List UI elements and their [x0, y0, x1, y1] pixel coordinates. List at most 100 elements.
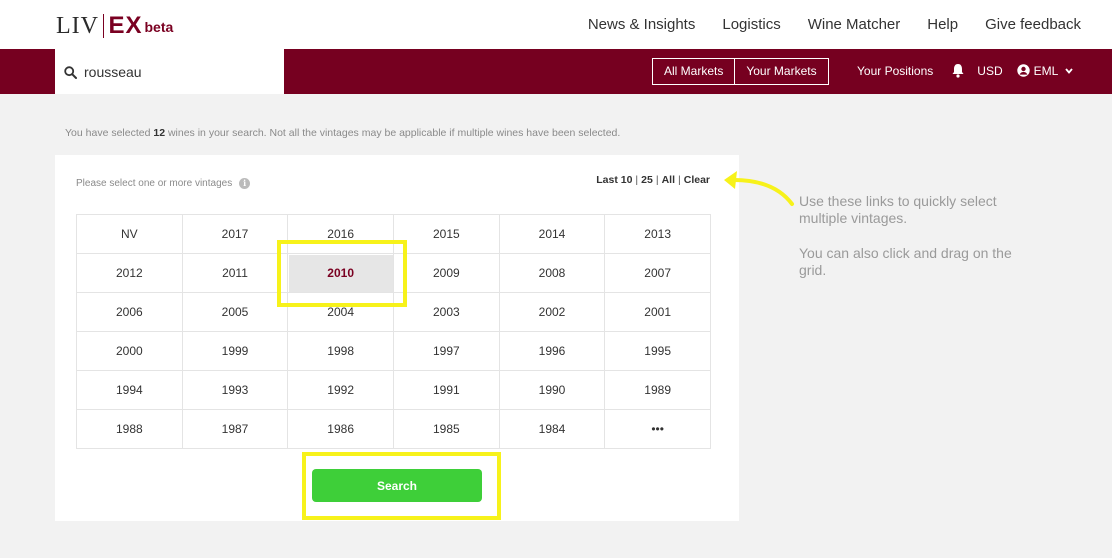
vintage-label: 1999 [221, 344, 249, 358]
vintage-label: 1995 [644, 344, 671, 358]
vintage-cell[interactable]: 1986 [288, 410, 394, 449]
vintage-cell[interactable]: 2011 [182, 254, 289, 293]
vintage-label: 2002 [538, 305, 566, 319]
vintage-label: 2014 [538, 227, 566, 241]
vintage-cell[interactable]: NV [77, 215, 183, 254]
vintage-cell[interactable]: 2014 [499, 215, 606, 254]
vintage-cell[interactable]: 1995 [605, 332, 711, 371]
search-input[interactable] [84, 61, 274, 83]
vintage-cell[interactable]: 1999 [182, 332, 289, 371]
vintage-label: 1986 [327, 422, 354, 436]
vintage-label: 1985 [432, 422, 460, 436]
vintage-cell[interactable]: 1985 [393, 410, 500, 449]
vintage-cell[interactable]: 2015 [393, 215, 500, 254]
vintage-label: 2008 [538, 266, 566, 280]
vintage-label: 1993 [221, 383, 249, 397]
user-menu[interactable]: EML [1016, 63, 1074, 78]
vintage-cell[interactable]: 1984 [499, 410, 606, 449]
user-icon [1016, 64, 1030, 77]
vintage-cell[interactable]: 1989 [605, 371, 711, 410]
logo-ex: EX [108, 12, 143, 39]
search-icon[interactable] [64, 66, 77, 79]
vintage-cell[interactable]: 2003 [393, 293, 500, 332]
highlight-box-2010 [277, 240, 407, 307]
vintage-label: 2005 [221, 305, 249, 319]
bell-icon[interactable] [951, 63, 965, 78]
liv-ex-logo[interactable]: LIV EX beta [56, 12, 173, 39]
top-header: LIV EX beta News & Insights Logistics Wi… [0, 0, 1112, 49]
last-25-link[interactable]: 25 [641, 174, 653, 186]
separator: | [655, 174, 659, 186]
vintage-cell[interactable]: 2001 [605, 293, 711, 332]
vintage-label: 2001 [644, 305, 671, 319]
vintage-cell[interactable]: 1990 [499, 371, 606, 410]
vintage-label: 2004 [327, 305, 354, 319]
vintage-label: 2006 [115, 305, 143, 319]
vintage-cell[interactable]: 2006 [77, 293, 183, 332]
all-link[interactable]: All [662, 174, 675, 186]
highlight-box-search [302, 452, 501, 520]
vintage-label: 1998 [327, 344, 354, 358]
vintage-cell[interactable]: 2012 [77, 254, 183, 293]
nav-help[interactable]: Help [927, 16, 958, 33]
vintage-cell[interactable]: 2002 [499, 293, 606, 332]
last-10-link[interactable]: Last 10 [596, 174, 632, 186]
vintage-cell[interactable]: 1996 [499, 332, 606, 371]
nav-logistics[interactable]: Logistics [722, 16, 780, 33]
vintage-cell[interactable]: 1993 [182, 371, 289, 410]
logo-liv: LIV [56, 12, 99, 39]
search-box [55, 49, 284, 94]
logo-divider [102, 14, 105, 38]
vintage-cell[interactable]: 1998 [288, 332, 394, 371]
vintage-label: 1991 [432, 383, 460, 397]
nav-wine-matcher[interactable]: Wine Matcher [808, 16, 901, 33]
main-toolbar: All Markets Your Markets Your Positions … [0, 49, 1112, 94]
vintage-cell[interactable]: 2009 [393, 254, 500, 293]
quick-select-links: Last 10 | 25 | All | Clear [596, 174, 710, 186]
vintage-cell[interactable]: 1992 [288, 371, 394, 410]
top-nav: News & Insights Logistics Wine Matcher H… [588, 16, 1081, 33]
your-markets-button[interactable]: Your Markets [734, 59, 827, 84]
vintage-cell[interactable]: 1987 [182, 410, 289, 449]
vintage-prompt: Please select one or more vintages i [76, 178, 251, 189]
info-icon[interactable]: i [239, 178, 251, 189]
vintage-label: 2016 [327, 227, 354, 241]
vintage-label: 2007 [644, 266, 671, 280]
vintage-label: 1987 [221, 422, 249, 436]
separator: | [635, 174, 639, 186]
vintage-cell[interactable]: ••• [605, 410, 711, 449]
vintage-label: 2011 [222, 266, 248, 280]
vintage-label: 2012 [115, 266, 143, 280]
vintage-label: NV [120, 227, 138, 241]
vintage-cell[interactable]: 1994 [77, 371, 183, 410]
clear-link[interactable]: Clear [684, 174, 710, 186]
toolbar-right-links: Your Positions USD EML [857, 63, 1073, 78]
vintage-cell[interactable]: 2000 [77, 332, 183, 371]
vintage-label: 2013 [644, 227, 671, 241]
nav-give-feedback[interactable]: Give feedback [985, 16, 1081, 33]
wine-count: 12 [153, 127, 166, 139]
all-markets-button[interactable]: All Markets [653, 59, 734, 84]
vintage-label: 2009 [432, 266, 460, 280]
vintage-label: 2003 [432, 305, 460, 319]
currency-selector[interactable]: USD [977, 64, 1002, 78]
nav-news-insights[interactable]: News & Insights [588, 16, 696, 33]
vintage-label: 1988 [115, 422, 143, 436]
vintage-cell[interactable]: 2017 [182, 215, 289, 254]
vintage-label: 2015 [432, 227, 460, 241]
vintage-cell[interactable]: 1988 [77, 410, 183, 449]
vintage-cell[interactable]: 2013 [605, 215, 711, 254]
user-name: EML [1033, 63, 1059, 78]
vintage-cell[interactable]: 2007 [605, 254, 711, 293]
vintage-label: 1984 [538, 422, 566, 436]
vintage-cell[interactable]: 2005 [182, 293, 289, 332]
your-positions-link[interactable]: Your Positions [857, 64, 933, 78]
vintage-label: 1990 [538, 383, 566, 397]
vintage-label: ••• [651, 422, 664, 436]
vintage-cell[interactable]: 2008 [499, 254, 606, 293]
annotation-arrow-icon [724, 171, 794, 206]
annotation-note-drag: You can also click and drag on the grid. [799, 245, 1012, 278]
vintage-cell[interactable]: 1997 [393, 332, 500, 371]
vintage-cell[interactable]: 1991 [393, 371, 500, 410]
info-suffix: wines in your search. Not all the vintag… [165, 127, 621, 139]
